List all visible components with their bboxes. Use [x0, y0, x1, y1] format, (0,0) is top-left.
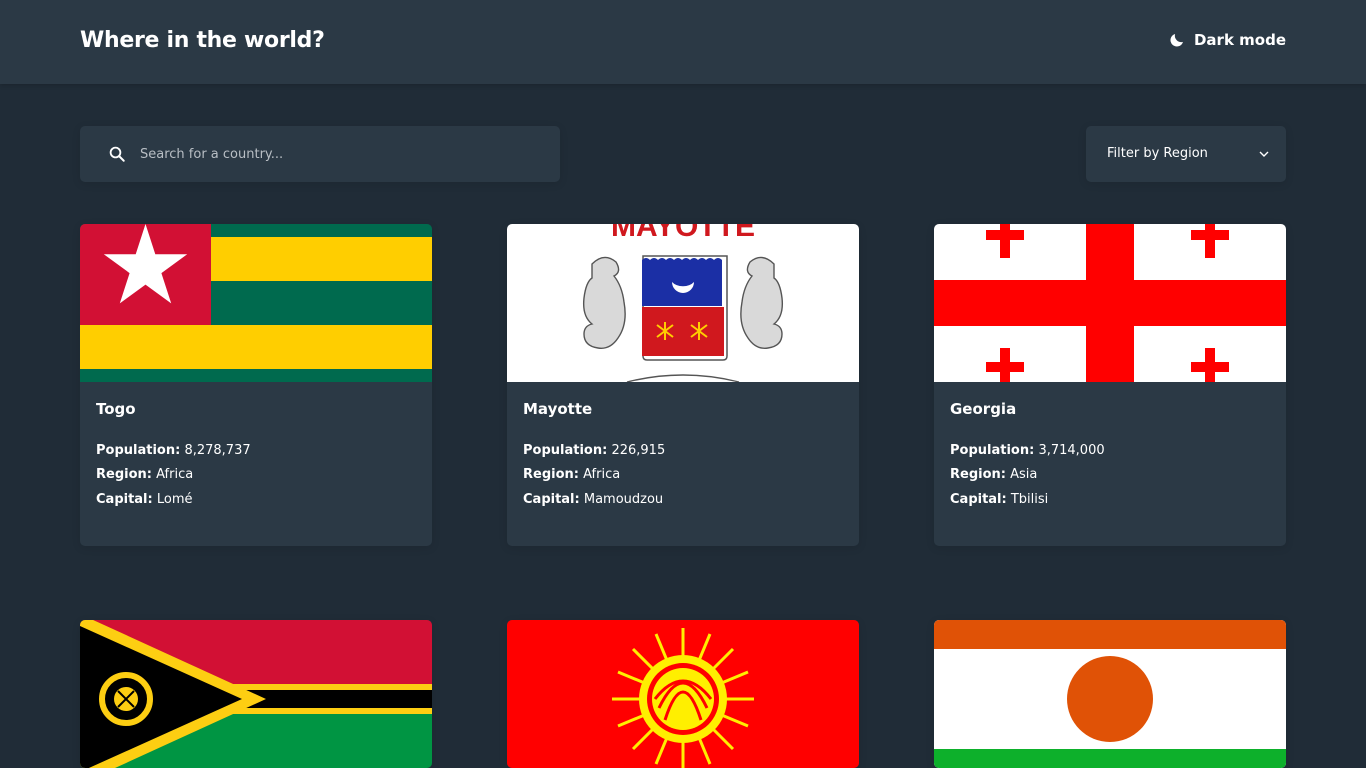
region-line: Region: Asia — [950, 467, 1037, 482]
region-value: Africa — [156, 467, 194, 482]
capital-value: Lomé — [156, 492, 193, 507]
flag-image — [934, 620, 1286, 768]
capital-value: Mamoudzou — [583, 492, 664, 507]
mayotte-flag: MAYOTTE — [507, 224, 859, 382]
dark-mode-label: Dark mode — [1193, 31, 1286, 49]
region-value: Africa — [583, 467, 621, 482]
capital-line: Capital: Tbilisi — [950, 492, 1048, 507]
region-label: Region: — [523, 467, 579, 482]
population-label: Population: — [523, 443, 608, 458]
moon-icon — [1170, 34, 1183, 47]
flag-image — [507, 620, 859, 768]
capital-value: Tbilisi — [1010, 492, 1049, 507]
population-value: 8,278,737 — [184, 443, 251, 458]
flag-image — [80, 224, 432, 382]
flag-image — [80, 620, 432, 768]
region-filter-label: Filter by Region — [1107, 146, 1208, 161]
dark-mode-toggle[interactable]: Dark mode — [1168, 31, 1286, 49]
country-card-vanuatu[interactable] — [80, 620, 432, 768]
population-label: Population: — [950, 443, 1035, 458]
capital-label: Capital: — [523, 492, 580, 507]
country-name: Georgia — [950, 400, 1017, 418]
region-value: Asia — [1010, 467, 1038, 482]
vanuatu-flag — [80, 620, 432, 768]
search-box — [80, 126, 560, 182]
flag-image — [934, 224, 1286, 382]
population-label: Population: — [96, 443, 181, 458]
country-name: Mayotte — [523, 400, 593, 418]
flag-image: MAYOTTE — [507, 224, 859, 382]
population-line: Population: 226,915 — [523, 443, 665, 458]
population-line: Population: 3,714,000 — [950, 443, 1105, 458]
togo-flag — [80, 224, 432, 382]
search-input[interactable] — [140, 126, 540, 182]
country-name: Togo — [96, 400, 136, 418]
country-card-niger[interactable] — [934, 620, 1286, 768]
chevron-down-icon — [1259, 151, 1269, 157]
niger-flag — [934, 620, 1286, 768]
country-card-georgia[interactable]: Georgia Population: 3,714,000 Region: As… — [934, 224, 1286, 546]
capital-label: Capital: — [950, 492, 1007, 507]
region-filter-dropdown[interactable]: Filter by Region — [1086, 126, 1286, 182]
app-header: Where in the world? Dark mode — [0, 0, 1366, 84]
region-label: Region: — [96, 467, 152, 482]
capital-label: Capital: — [96, 492, 153, 507]
country-card-togo[interactable]: Togo Population: 8,278,737 Region: Afric… — [80, 224, 432, 546]
population-value: 226,915 — [611, 443, 666, 458]
mayotte-flag-text: MAYOTTE — [611, 224, 755, 243]
search-icon — [109, 146, 125, 162]
kyrgyzstan-flag — [507, 620, 859, 768]
population-value: 3,714,000 — [1038, 443, 1105, 458]
app-title: Where in the world? — [80, 28, 325, 53]
capital-line: Capital: Lomé — [96, 492, 193, 507]
region-line: Region: Africa — [96, 467, 193, 482]
country-card-kyrgyzstan[interactable] — [507, 620, 859, 768]
capital-line: Capital: Mamoudzou — [523, 492, 663, 507]
population-line: Population: 8,278,737 — [96, 443, 251, 458]
georgia-flag — [934, 224, 1286, 382]
region-label: Region: — [950, 467, 1006, 482]
country-card-mayotte[interactable]: MAYOTTE Mayotte Population: 226,915 Regi… — [507, 224, 859, 546]
region-line: Region: Africa — [523, 467, 620, 482]
